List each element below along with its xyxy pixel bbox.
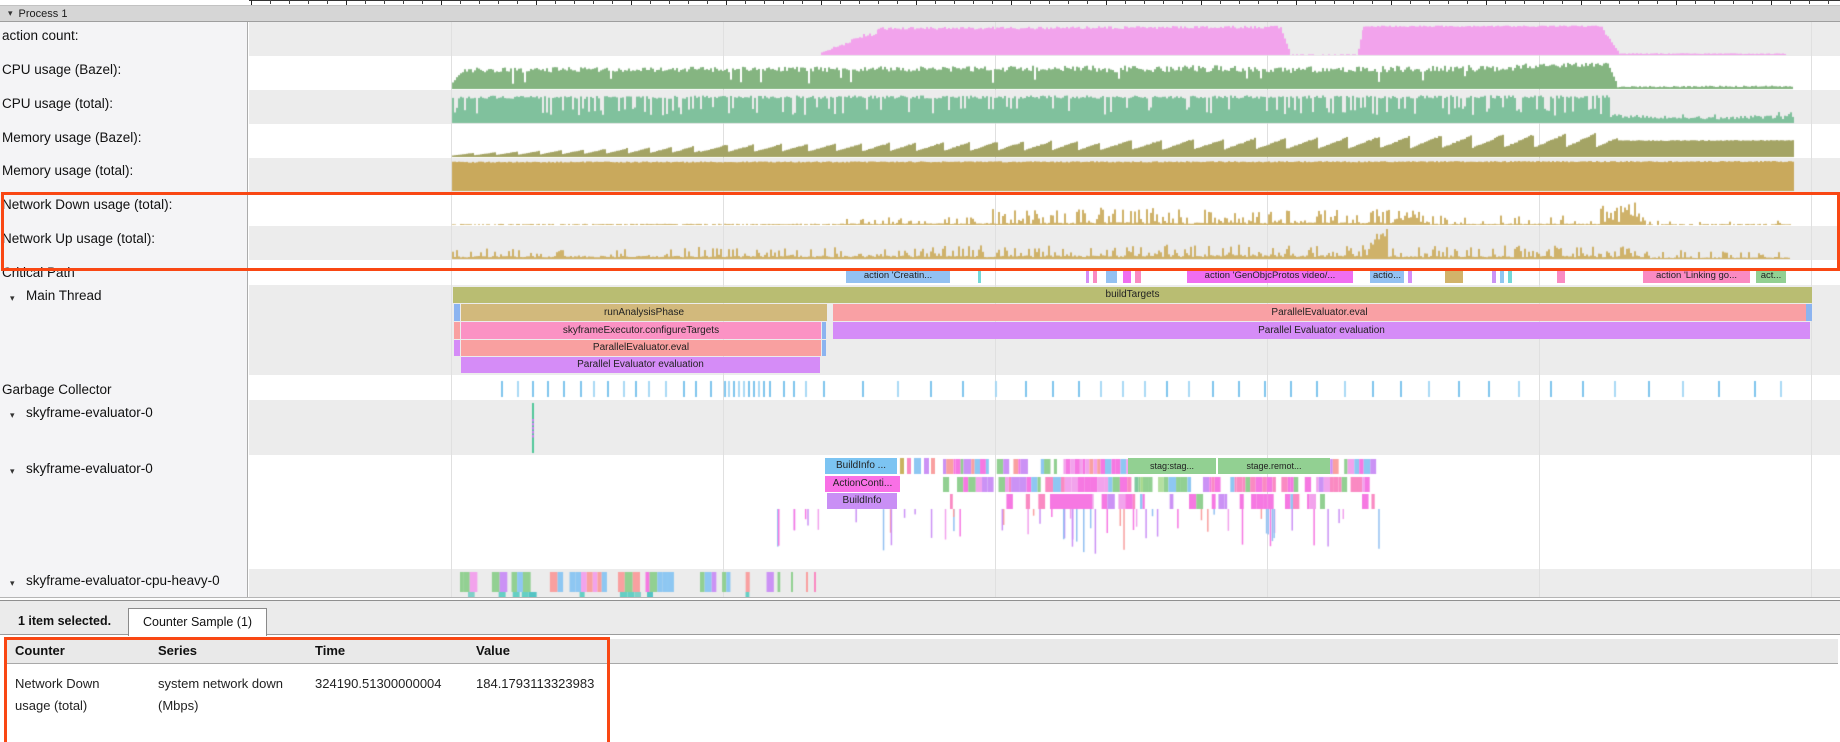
track-label-text: skyframe-evaluator-0 (26, 405, 153, 420)
track-label-panel: action count: CPU usage (Bazel): CPU usage… (0, 22, 248, 597)
main-thread-sliver[interactable] (454, 322, 460, 339)
main-thread-span[interactable]: ParallelEvaluator.eval (461, 340, 821, 356)
track-label-text: skyframe-evaluator-0 (26, 461, 153, 476)
track-label-text: skyframe-evaluator-cpu-heavy-0 (26, 573, 220, 588)
critical-path-tick[interactable] (978, 268, 981, 283)
critical-path-tick[interactable] (1508, 268, 1512, 283)
track-label-skyframe-evaluator-cpu-heavy-0[interactable]: ▾skyframe-evaluator-cpu-heavy-0 (26, 573, 220, 588)
selection-status: 1 item selected. (18, 614, 111, 628)
evaluator-span[interactable]: stag:stag... (1128, 458, 1216, 474)
main-thread-span[interactable]: buildTargets (453, 287, 1812, 303)
evaluator-span[interactable]: ActionConti... (825, 476, 900, 492)
track-label-critical-path: Critical Path (2, 265, 75, 280)
critical-path-action-span[interactable]: action 'GenObjcProtos video/... (1187, 268, 1353, 283)
tab-counter-sample[interactable]: Counter Sample (1) (128, 608, 267, 636)
critical-path-action-span[interactable]: actio... (1370, 268, 1404, 283)
process-title: Process 1 (19, 8, 68, 20)
track-label-memory-usage-bazel: Memory usage (Bazel): (2, 130, 142, 145)
collapse-triangle-icon[interactable]: ▾ (10, 464, 15, 479)
track-label-cpu-usage-total: CPU usage (total): (2, 96, 113, 111)
critical-path-tick[interactable] (1492, 268, 1496, 283)
critical-path-action-span[interactable]: action 'Creatin... (846, 268, 950, 283)
track-label-skyframe-evaluator-0-b[interactable]: ▾skyframe-evaluator-0 (26, 461, 153, 476)
main-thread-span[interactable]: Parallel Evaluator evaluation (833, 322, 1810, 339)
evaluator-span[interactable]: stage.remot... (1218, 458, 1330, 474)
col-header-counter: Counter (15, 639, 65, 663)
track-label-memory-usage-total: Memory usage (total): (2, 163, 133, 178)
track-label-text: Memory usage (total): (2, 163, 133, 178)
track-label-network-down-usage-total: Network Down usage (total): (2, 197, 172, 212)
collapse-triangle-icon[interactable]: ▾ (10, 408, 15, 423)
timeline-tracks[interactable]: action 'Creatin... action 'GenObjcProtos … (249, 22, 1840, 597)
track-label-skyframe-evaluator-0[interactable]: ▾skyframe-evaluator-0 (26, 405, 153, 420)
main-thread-sliver[interactable] (454, 340, 460, 356)
critical-path-tick[interactable] (1445, 268, 1463, 283)
evaluator-span[interactable]: BuildInfo ... (825, 458, 897, 474)
main-thread-span[interactable]: skyframeExecutor.configureTargets (461, 322, 821, 339)
main-thread-span[interactable]: ParallelEvaluator.eval (833, 304, 1806, 321)
critical-path-tick[interactable] (1106, 268, 1117, 283)
track-label-text: Network Up usage (total): (2, 231, 155, 246)
cell-value: 184.1793113323983 (476, 673, 636, 695)
trace-viewer: ▾ Process 1 action count: CPU usage (Baze… (0, 0, 1840, 742)
evaluator-span[interactable]: BuildInfo (827, 493, 897, 509)
details-panel: 1 item selected. Counter Sample (1) Coun… (0, 601, 1840, 742)
track-label-text: Critical Path (2, 265, 75, 280)
col-header-series: Series (158, 639, 197, 663)
collapse-triangle-icon[interactable]: ▾ (10, 576, 15, 591)
track-label-text: Garbage Collector (2, 382, 112, 397)
col-header-value: Value (476, 639, 510, 663)
track-label-text: action count: (2, 28, 79, 43)
main-thread-span[interactable]: runAnalysisPhase (461, 304, 827, 321)
collapse-triangle-icon[interactable]: ▾ (8, 8, 13, 19)
process-header[interactable]: ▾ Process 1 (0, 5, 1840, 22)
cell-series: system network down (Mbps) (158, 673, 303, 717)
main-thread-sliver[interactable] (1806, 304, 1812, 321)
track-label-text: Network Down usage (total): (2, 197, 172, 212)
cell-time: 324190.51300000004 (315, 673, 475, 695)
track-label-network-up-usage-total: Network Up usage (total): (2, 231, 155, 246)
critical-path-tick[interactable] (1557, 268, 1565, 283)
track-label-text: CPU usage (total): (2, 96, 113, 111)
main-thread-sliver[interactable] (822, 340, 826, 356)
track-label-text: Memory usage (Bazel): (2, 130, 142, 145)
critical-path-tick[interactable] (1500, 268, 1504, 283)
collapse-triangle-icon[interactable]: ▾ (10, 291, 15, 306)
main-thread-span[interactable]: Parallel Evaluator evaluation (461, 357, 820, 373)
main-thread-sliver[interactable] (454, 304, 460, 321)
sample-table: Counter Series Time Value Network Down u… (0, 634, 1840, 742)
critical-path-action-span[interactable]: action 'Linking go... (1643, 268, 1750, 283)
track-label-action-count: action count: (2, 28, 79, 43)
critical-path-tick[interactable] (1123, 268, 1131, 283)
cell-counter: Network Down usage (total) (15, 673, 135, 717)
sample-table-header: Counter Series Time Value (5, 639, 1838, 664)
critical-path-tick[interactable] (1093, 268, 1097, 283)
track-label-garbage-collector: Garbage Collector (2, 382, 112, 397)
col-header-time: Time (315, 639, 345, 663)
track-label-text: CPU usage (Bazel): (2, 62, 121, 77)
tab-counter-sample-label: Counter Sample (1) (143, 615, 252, 629)
track-label-cpu-usage-bazel: CPU usage (Bazel): (2, 62, 121, 77)
critical-path-action-span[interactable]: act... (1756, 268, 1786, 283)
main-thread-sliver[interactable] (822, 322, 826, 339)
critical-path-tick[interactable] (1086, 268, 1089, 283)
track-label-text: Main Thread (26, 288, 102, 303)
critical-path-tick[interactable] (1135, 268, 1141, 283)
track-label-main-thread[interactable]: ▾Main Thread (26, 288, 102, 303)
critical-path-tick[interactable] (1408, 268, 1412, 283)
